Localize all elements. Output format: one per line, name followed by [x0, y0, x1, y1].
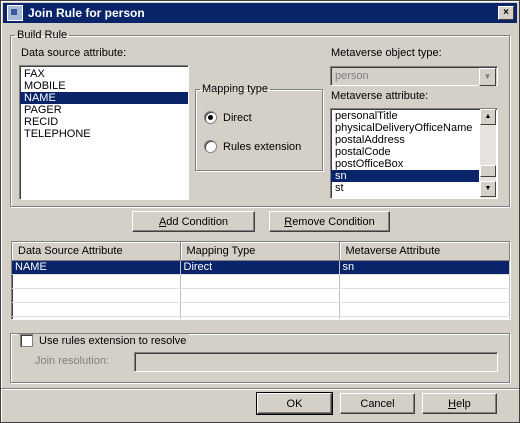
column-header-mv-attribute[interactable]: Metaverse Attribute	[339, 242, 510, 261]
list-item[interactable]: FAX	[20, 68, 188, 80]
column-header-ds-attribute[interactable]: Data Source Attribute	[12, 242, 181, 261]
build-rule-legend: Build Rule	[17, 29, 68, 41]
window-title: Join Rule for person	[28, 6, 145, 20]
mv-type-value: person	[335, 70, 369, 82]
mapping-type-legend: Mapping type	[202, 83, 269, 95]
title-bar[interactable]: Join Rule for person ×	[3, 3, 517, 23]
mapping-type-group: Mapping type	[195, 83, 323, 171]
list-item[interactable]: NAME	[20, 92, 188, 104]
mv-attribute-list[interactable]: personalTitle physicalDeliveryOfficeName…	[330, 108, 498, 199]
list-item[interactable]: postOfficeBox	[331, 158, 479, 170]
radio-rules-indicator[interactable]	[204, 140, 217, 153]
ok-button[interactable]: OK	[256, 392, 333, 415]
mv-type-label: Metaverse object type:	[331, 47, 442, 59]
resolve-checkbox-label: Use rules extension to resolve	[39, 334, 187, 347]
chevron-down-icon[interactable]: ▼	[479, 68, 496, 86]
add-condition-label: dd Condition	[166, 216, 229, 228]
conditions-grid[interactable]: Data Source Attribute Mapping Type Metav…	[11, 241, 511, 320]
radio-rules-extension[interactable]: Rules extension	[204, 140, 301, 153]
list-item[interactable]: PAGER	[20, 104, 188, 116]
mv-type-select[interactable]: person ▼	[330, 66, 498, 86]
list-item[interactable]: physicalDeliveryOfficeName	[331, 122, 479, 134]
table-row-empty	[12, 274, 510, 289]
ds-attribute-label: Data source attribute:	[21, 47, 127, 59]
remove-condition-label: emove Condition	[292, 216, 375, 228]
column-header-mapping-type[interactable]: Mapping Type	[180, 242, 340, 261]
table-row-empty	[12, 316, 510, 319]
table-row[interactable]: NAME Direct sn	[12, 260, 510, 275]
scroll-up-icon[interactable]: ▲	[480, 109, 496, 125]
join-resolution-label: Join resolution:	[35, 355, 109, 367]
radio-rules-label: Rules extension	[223, 140, 302, 153]
cell-mapping-type: Direct	[180, 260, 340, 275]
cell-ds-attribute: NAME	[12, 260, 181, 275]
button-separator	[1, 388, 519, 390]
mv-scrollbar[interactable]: ▲ ▼	[480, 109, 496, 198]
list-item[interactable]: personalTitle	[331, 110, 479, 122]
list-item[interactable]: postalAddress	[331, 134, 479, 146]
app-icon	[7, 5, 23, 21]
list-item[interactable]: RECID	[20, 116, 188, 128]
remove-condition-mnemonic: R	[284, 216, 293, 228]
radio-direct-indicator[interactable]	[204, 111, 217, 124]
cancel-button[interactable]: Cancel	[340, 393, 415, 414]
list-item[interactable]: st	[331, 182, 479, 194]
remove-condition-button[interactable]: Remove Condition	[269, 211, 390, 232]
resolve-checkbox[interactable]	[20, 334, 33, 347]
scroll-down-icon[interactable]: ▼	[480, 181, 496, 197]
list-item[interactable]: MOBILE	[20, 80, 188, 92]
table-row-empty	[12, 288, 510, 303]
scroll-thumb[interactable]	[480, 165, 496, 177]
list-item[interactable]: sn	[331, 170, 479, 182]
dialog-window: Join Rule for person × Build Rule Data s…	[0, 0, 520, 423]
radio-direct[interactable]: Direct	[204, 111, 252, 124]
radio-direct-label: Direct	[223, 111, 252, 124]
resolve-checkbox-row[interactable]: Use rules extension to resolve	[17, 334, 190, 347]
list-item[interactable]: postalCode	[331, 146, 479, 158]
help-mnemonic: H	[448, 398, 457, 410]
close-button[interactable]: ×	[498, 6, 514, 20]
help-button[interactable]: Help	[422, 393, 497, 414]
table-row-empty	[12, 302, 510, 317]
add-condition-button[interactable]: Add Condition	[132, 211, 255, 232]
join-resolution-field[interactable]	[134, 352, 498, 372]
cell-mv-attribute: sn	[339, 260, 510, 275]
list-item[interactable]: TELEPHONE	[20, 128, 188, 140]
grid-header-row: Data Source Attribute Mapping Type Metav…	[12, 242, 510, 261]
help-label: elp	[456, 398, 471, 410]
ds-attribute-list[interactable]: FAX MOBILE NAME PAGER RECID TELEPHONE	[19, 65, 189, 200]
mv-attribute-label: Metaverse attribute:	[331, 90, 429, 102]
